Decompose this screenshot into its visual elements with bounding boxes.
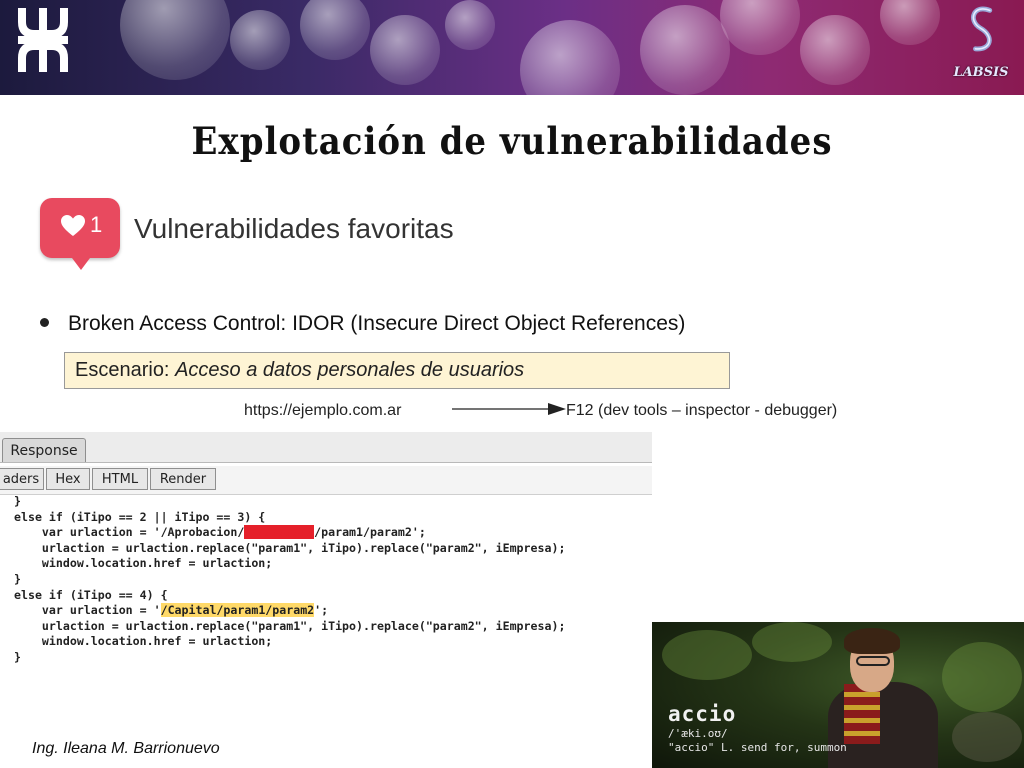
scenario-box: Escenario: Acceso a datos personales de …: [64, 352, 730, 389]
scenario-label: Escenario:: [75, 359, 170, 381]
labsis-logo-text: LABSIS: [953, 65, 1009, 80]
code-line: var urlaction = '/Aprobacion/: [14, 525, 245, 540]
bokeh-bubble: [230, 10, 290, 70]
figure-hair: [844, 628, 900, 654]
bokeh-bubble: [120, 0, 230, 80]
author-credit: Ing. Ileana M. Barrionuevo: [32, 740, 220, 757]
code-line: }: [14, 649, 21, 664]
bullet-icon: [40, 318, 49, 327]
foliage: [752, 622, 832, 662]
utn-logo-icon: [18, 8, 68, 72]
bokeh-bubble: [720, 0, 800, 55]
like-count: 1: [90, 212, 103, 237]
bokeh-bubble: [800, 15, 870, 85]
rocks: [952, 712, 1022, 762]
header-banner: LABSIS: [0, 0, 1024, 95]
code-line: window.location.href = urlaction;: [14, 556, 273, 571]
glasses-icon: [856, 656, 890, 666]
tab-render[interactable]: Render: [150, 468, 216, 490]
tab-html[interactable]: HTML: [92, 468, 148, 490]
url-text: https://ejemplo.com.ar: [244, 402, 402, 419]
code-line: window.location.href = urlaction;: [14, 634, 273, 649]
accio-image: accio /'æki.oʊ/ "accio" L. send for, sum…: [652, 622, 1024, 768]
code-line: ';: [314, 603, 329, 618]
devtools-text: F12 (dev tools – inspector - debugger): [566, 402, 838, 419]
bokeh-bubble: [300, 0, 370, 60]
tab-headers[interactable]: aders: [0, 468, 44, 490]
scenario-value: Acceso a datos personales de usuarios: [175, 359, 525, 381]
heart-icon: [61, 215, 85, 236]
like-badge: 1: [40, 198, 120, 270]
code-line: urlaction = urlaction.replace("param1", …: [14, 618, 566, 633]
bokeh-bubble: [880, 0, 940, 45]
scarf: [844, 684, 880, 744]
tab-response[interactable]: Response: [2, 438, 86, 462]
foliage: [662, 630, 752, 680]
bokeh-bubble: [640, 5, 730, 95]
code-line: else if (iTipo == 2 || iTipo == 3) {: [14, 509, 266, 524]
bullet-text: Broken Access Control: IDOR (Insecure Di…: [68, 312, 686, 335]
highlighted-path: /Capital/param1/param2: [160, 603, 315, 618]
foliage: [942, 642, 1022, 712]
response-subtabs: aders Hex HTML Render: [0, 466, 652, 495]
tab-hex[interactable]: Hex: [46, 468, 90, 490]
code-line: }: [14, 571, 21, 586]
favorites-heading: Vulnerabilidades favoritas: [134, 213, 454, 244]
code-line: else if (iTipo == 4) {: [14, 587, 168, 602]
code-line: urlaction = urlaction.replace("param1", …: [14, 540, 566, 555]
bokeh-bubble: [370, 15, 440, 85]
accio-phonetic: /'æki.oʊ/: [668, 727, 728, 740]
bokeh-bubble: [445, 0, 495, 50]
redacted-value: XXXXXXXXXX: [244, 525, 315, 540]
code-line: /param1/param2';: [314, 525, 426, 540]
accio-definition: "accio" L. send for, summon: [668, 741, 847, 754]
accio-word: accio: [668, 702, 737, 726]
page-title: Explotación de vulnerabilidades: [191, 120, 833, 164]
code-line: }: [14, 494, 21, 508]
code-line: var urlaction = ': [14, 603, 161, 618]
response-tabbar: Response: [0, 432, 652, 463]
bokeh-bubble: [520, 20, 620, 95]
code-screenshot: Response aders Hex HTML Render } else if…: [0, 432, 652, 672]
labsis-logo-icon: LABSIS: [952, 4, 1010, 84]
arrow-right-icon: [452, 403, 566, 415]
code-block: } else if (iTipo == 2 || iTipo == 3) { v…: [14, 494, 565, 666]
